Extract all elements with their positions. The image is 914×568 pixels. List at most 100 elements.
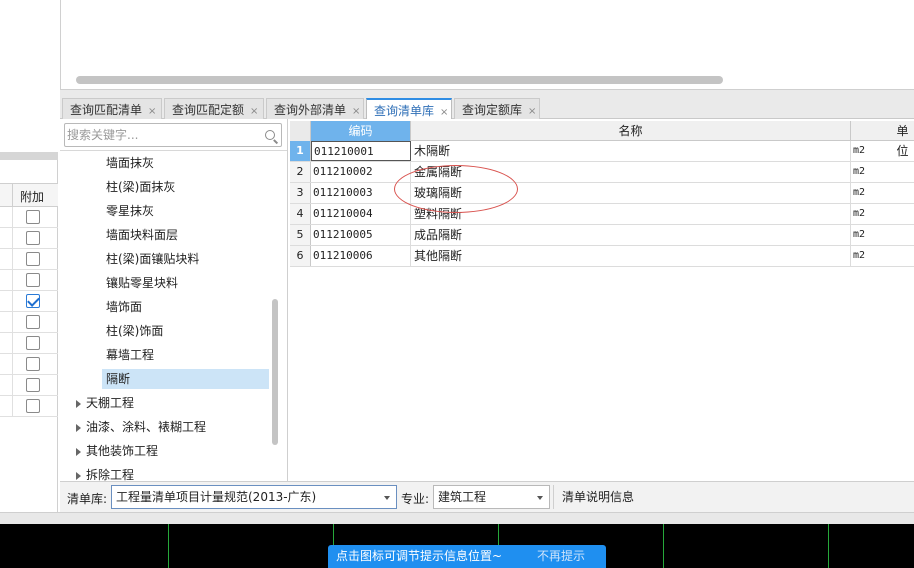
attach-checkbox[interactable] — [26, 378, 40, 392]
cell-name[interactable]: 成品隔断 — [411, 225, 851, 245]
tree-item[interactable]: 墙饰面 — [60, 295, 272, 319]
expand-arrow-icon[interactable] — [76, 472, 81, 480]
row-number[interactable]: 6 — [290, 246, 311, 266]
tree-item[interactable]: 天棚工程 — [60, 391, 272, 415]
cell-unit[interactable]: m2 — [851, 246, 914, 266]
dismiss-tip-button[interactable]: 不再提示 — [537, 545, 585, 568]
tab-3[interactable]: 查询外部清单 × — [266, 98, 364, 119]
tree-item[interactable]: 零星抹灰 — [60, 199, 272, 223]
close-icon[interactable]: × — [148, 106, 156, 117]
close-icon[interactable]: × — [528, 106, 536, 117]
attach-checkbox[interactable] — [26, 399, 40, 413]
expand-arrow-icon[interactable] — [76, 424, 81, 432]
cell-name[interactable]: 塑料隔断 — [411, 204, 851, 224]
cell-name[interactable]: 金属隔断 — [411, 162, 851, 182]
tree-item[interactable]: 隔断 — [60, 367, 272, 391]
left-table-row — [0, 249, 58, 270]
cell-unit[interactable]: m2 — [851, 183, 914, 203]
tree-item[interactable]: 油漆、涂料、裱糊工程 — [60, 415, 272, 439]
row-number[interactable]: 5 — [290, 225, 311, 245]
tree-item[interactable]: 墙面块料面层 — [60, 223, 272, 247]
search-box[interactable] — [64, 123, 282, 147]
cell-unit[interactable]: m2 — [851, 162, 914, 182]
vertical-scrollbar[interactable] — [272, 299, 278, 445]
tree-item-label: 镶贴零星块料 — [106, 276, 179, 290]
cell-unit[interactable]: m2 — [851, 225, 914, 245]
cell-unit[interactable]: m2 — [851, 141, 914, 161]
left-table-row — [0, 312, 58, 333]
tab-5[interactable]: 查询定额库 × — [454, 98, 540, 119]
tip-toast[interactable]: 点击图标可调节提示信息位置~ 不再提示 — [328, 545, 606, 568]
tree-item-label: 天棚工程 — [86, 396, 135, 410]
attach-checkbox[interactable] — [26, 210, 40, 224]
table-row[interactable]: 4 011210004 塑料隔断 m2 — [290, 204, 914, 225]
tree-item[interactable]: 柱(梁)面抹灰 — [60, 175, 272, 199]
attach-checkbox[interactable] — [26, 336, 40, 350]
cell-code[interactable]: 011210006 — [311, 246, 411, 266]
cell-code[interactable]: 011210001 — [311, 141, 411, 161]
tree-item[interactable]: 拆除工程 — [60, 463, 272, 481]
search-input[interactable] — [67, 125, 257, 145]
row-number[interactable]: 1 — [290, 141, 311, 161]
row-number[interactable]: 3 — [290, 183, 311, 203]
tree-item[interactable]: 墙面抹灰 — [60, 151, 272, 175]
table-row[interactable]: 5 011210005 成品隔断 m2 — [290, 225, 914, 246]
left-table-row — [0, 375, 58, 396]
tab-label: 查询匹配定额 — [172, 103, 245, 117]
close-icon[interactable]: × — [440, 107, 448, 118]
table-row[interactable]: 3 011210003 玻璃隔断 m2 — [290, 183, 914, 204]
bill-description-info[interactable]: 清单说明信息 — [553, 485, 914, 509]
cell-name[interactable]: 玻璃隔断 — [411, 183, 851, 203]
cell-code[interactable]: 011210005 — [311, 225, 411, 245]
library-select[interactable]: 工程量清单项目计量规范(2013-广东) — [111, 485, 397, 509]
drawing-canvas[interactable]: 点击图标可调节提示信息位置~ 不再提示 — [0, 524, 914, 568]
row-number[interactable]: 4 — [290, 204, 311, 224]
category-tree-panel: 墙面抹灰柱(梁)面抹灰零星抹灰墙面块料面层柱(梁)面镶贴块料镶贴零星块料墙饰面柱… — [60, 119, 288, 481]
left-table-row — [0, 333, 58, 354]
attach-checkbox[interactable] — [26, 252, 40, 266]
grid-corner[interactable] — [290, 121, 311, 141]
expand-arrow-icon[interactable] — [76, 400, 81, 408]
category-tree: 墙面抹灰 柱(梁)面抹灰 零星抹灰 墙面块料面层柱(梁)面镶贴块料 镶贴零星块料墙饰面柱… — [60, 151, 272, 481]
row-number[interactable]: 2 — [290, 162, 311, 182]
attach-checkbox[interactable] — [26, 273, 40, 287]
cell-name[interactable]: 其他隔断 — [411, 246, 851, 266]
tip-message[interactable]: 点击图标可调节提示信息位置~ — [336, 545, 502, 568]
specialty-select[interactable]: 建筑工程 — [433, 485, 550, 509]
search-icon[interactable] — [265, 130, 275, 140]
cell-unit[interactable]: m2 — [851, 204, 914, 224]
tab-4[interactable]: 查询清单库 × — [366, 98, 452, 120]
tree-item[interactable]: 镶贴零星块料 — [60, 271, 272, 295]
tree-item[interactable]: 其他装饰工程 — [60, 439, 272, 463]
close-icon[interactable]: × — [352, 106, 360, 117]
grid-header: 编码 名称 单位 — [290, 121, 914, 158]
tree-item[interactable]: 幕墙工程 — [60, 343, 272, 367]
tab-1[interactable]: 查询匹配清单 × — [62, 98, 162, 119]
table-row[interactable]: 6 011210006 其他隔断 m2 — [290, 246, 914, 267]
cell-code[interactable]: 011210004 — [311, 204, 411, 224]
tab-label: 查询清单库 — [374, 104, 435, 118]
tree-item[interactable]: 柱(梁)面镶贴块料 — [60, 247, 272, 271]
tree-item[interactable]: 柱(梁)饰面 — [60, 319, 272, 343]
horizontal-scrollbar[interactable] — [76, 76, 723, 84]
table-row[interactable]: 2 011210002 金属隔断 m2 — [290, 162, 914, 183]
cell-code[interactable]: 011210003 — [311, 183, 411, 203]
cell-code[interactable]: 011210002 — [311, 162, 411, 182]
expand-arrow-icon[interactable] — [76, 448, 81, 456]
tree-item-label: 柱(梁)面镶贴块料 — [106, 252, 200, 266]
attach-checkbox[interactable] — [26, 294, 40, 308]
column-header-name[interactable]: 名称 — [411, 121, 851, 141]
table-row[interactable]: 1 011210001 木隔断 m2 — [290, 141, 914, 162]
bill-list-grid: 编码 名称 单位 1 011210001 木隔断 m2 2 011210002 金属隔断 m2… — [290, 119, 914, 481]
attach-checkbox[interactable] — [26, 231, 40, 245]
cell-name[interactable]: 木隔断 — [411, 141, 851, 161]
tab-2[interactable]: 查询匹配定额 × — [164, 98, 264, 119]
column-header-code[interactable]: 编码 — [311, 121, 411, 141]
tree-item-label: 拆除工程 — [86, 468, 135, 481]
attach-checkbox[interactable] — [26, 315, 40, 329]
tree-item-label: 油漆、涂料、裱糊工程 — [86, 420, 207, 434]
attach-checkbox[interactable] — [26, 357, 40, 371]
column-header-unit[interactable]: 单位 — [851, 121, 914, 158]
close-icon[interactable]: × — [250, 106, 258, 117]
status-strip — [0, 512, 914, 524]
